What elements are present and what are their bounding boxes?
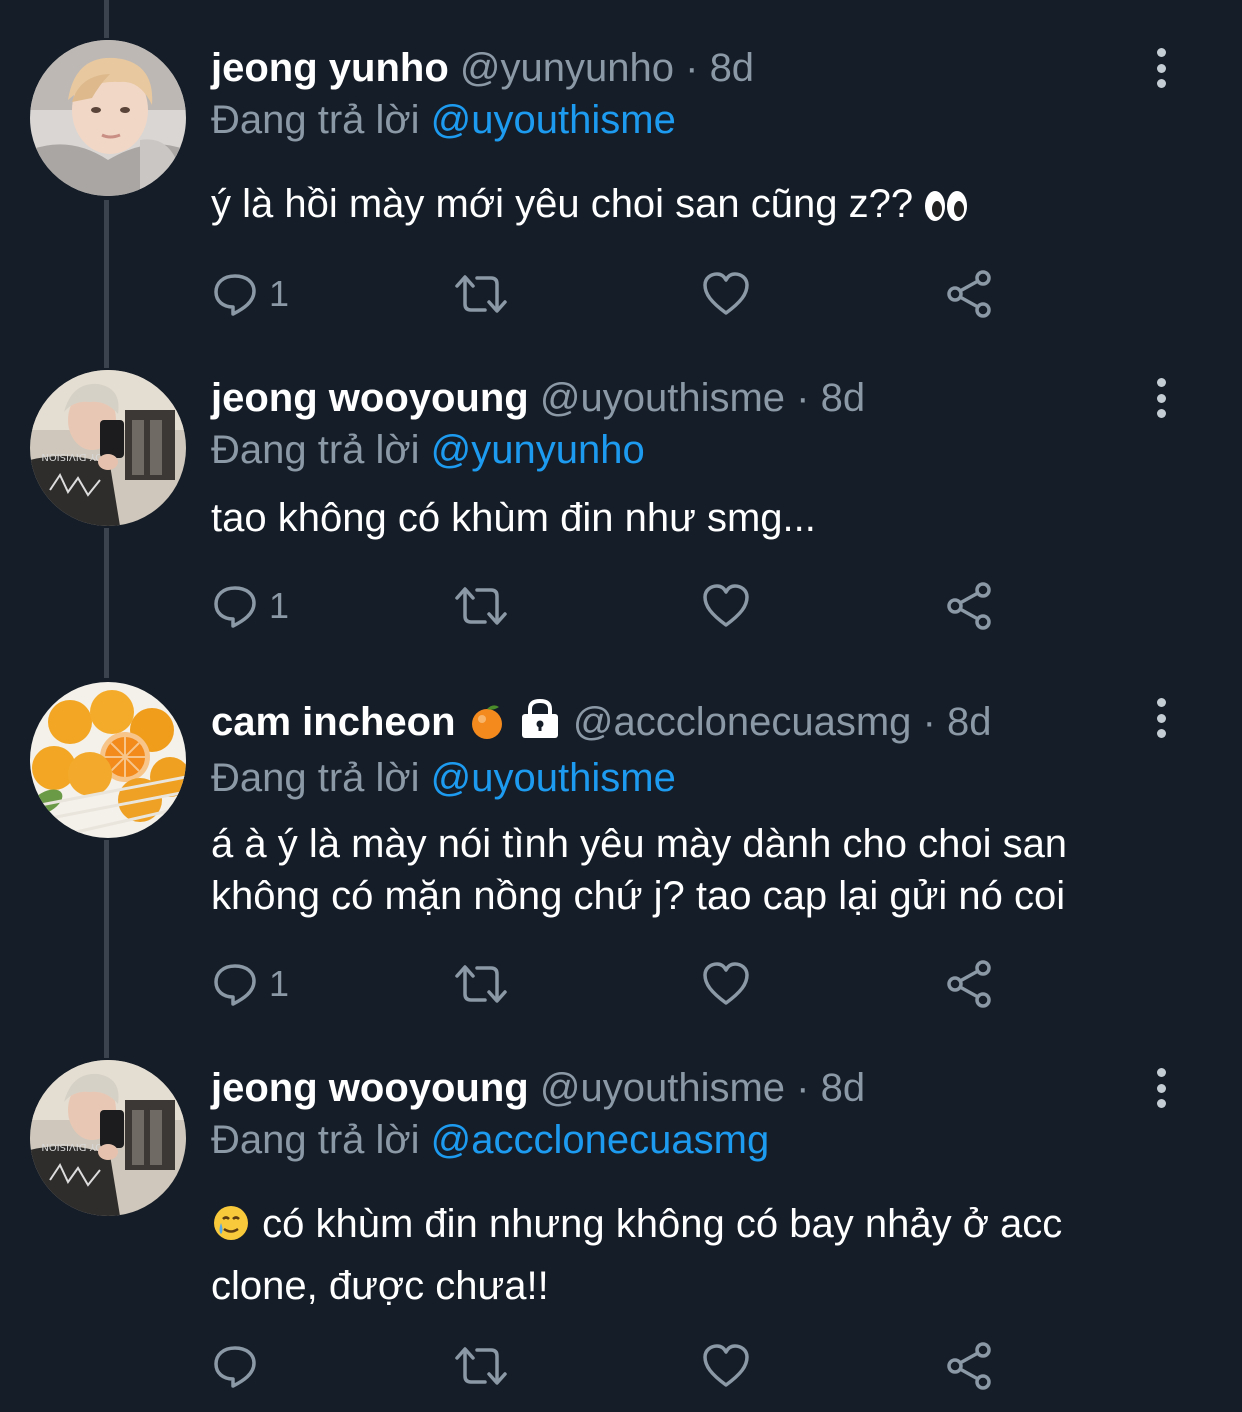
reply-button[interactable]: 1 [211, 578, 289, 634]
separator-dot: · [685, 46, 699, 90]
user-handle[interactable]: @yunyunho [460, 46, 674, 90]
smiling-tear-emoji-icon [211, 1202, 251, 1258]
tangerine-emoji-icon [467, 700, 507, 756]
avatar-yunho-image [30, 40, 186, 196]
share-button[interactable] [945, 1338, 995, 1394]
avatar[interactable]: JOY DIVISION [30, 370, 186, 526]
eyes-emoji-icon [924, 184, 968, 236]
reply-count: 1 [269, 273, 290, 314]
avatar[interactable]: JOY DIVISION [30, 1060, 186, 1216]
share-button[interactable] [945, 266, 995, 322]
timestamp[interactable]: 8d [947, 700, 992, 744]
reply-mention-link[interactable]: @yunyunho [431, 428, 645, 472]
avatar[interactable] [30, 40, 186, 196]
reply-mention-link[interactable]: @accclonecuasmg [431, 1118, 770, 1162]
like-button[interactable] [701, 1338, 751, 1394]
lock-icon [518, 697, 562, 756]
replying-to-label: Đang trả lời [211, 98, 420, 142]
more-icon [1156, 1068, 1166, 1077]
tweet-text-line: có khùm đin nhưng không có bay nhảy ở ac… [262, 1202, 1063, 1246]
display-name[interactable]: jeong wooyoung [211, 1066, 529, 1110]
retweet-button[interactable] [453, 1338, 509, 1394]
reply-button[interactable] [211, 1338, 269, 1394]
like-button[interactable] [701, 266, 751, 322]
share-button[interactable] [945, 578, 995, 634]
more-options-button[interactable] [1146, 378, 1176, 418]
retweet-button[interactable] [453, 578, 509, 634]
timestamp[interactable]: 8d [821, 376, 866, 420]
tweet-text: tao không có khùm đin như smg... [211, 496, 816, 540]
separator-dot: · [922, 700, 936, 744]
tweet[interactable]: JOY DIVISION jeong wooyoung @uyouthisme … [0, 1040, 1242, 1412]
tweet-text-line: không có mặn nồng chứ j? tao cap lại gửi… [211, 874, 1066, 918]
separator-dot: · [796, 1066, 810, 1110]
tweet-text: ý là hồi mày mới yêu choi san cũng z?? [211, 178, 1182, 236]
timestamp[interactable]: 8d [821, 1066, 866, 1110]
user-handle[interactable]: @uyouthisme [540, 1066, 785, 1110]
reply-thread: jeong yunho @yunyunho · 8d Đang trả lời … [0, 0, 1242, 1412]
tweet[interactable]: JOY DIVISION jeong wooyoung @uyouthisme … [0, 340, 1242, 670]
user-handle[interactable]: @accclonecuasmg [573, 700, 912, 744]
share-icon [947, 960, 991, 1008]
more-icon [1156, 48, 1166, 57]
separator-dot: · [796, 376, 810, 420]
heart-icon [703, 962, 749, 1005]
heart-icon [703, 584, 749, 627]
shirt-text: JOY DIVISION [41, 451, 107, 462]
tweet-text-line: clone, được chưa!! [211, 1264, 549, 1308]
more-options-button[interactable] [1146, 698, 1176, 738]
reply-icon [214, 586, 256, 628]
tweet-text-content: ý là hồi mày mới yêu choi san cũng z?? [211, 182, 914, 226]
like-button[interactable] [701, 956, 751, 1012]
more-options-button[interactable] [1146, 48, 1176, 88]
more-icon [1156, 698, 1166, 707]
display-name[interactable]: jeong wooyoung [211, 376, 529, 420]
more-options-button[interactable] [1146, 1068, 1176, 1108]
reply-count: 1 [269, 585, 290, 626]
reply-icon [214, 1346, 256, 1388]
tweet[interactable]: jeong yunho @yunyunho · 8d Đang trả lời … [0, 0, 1242, 340]
tweet-text: á à ý là mày nói tình yêu mày dành cho c… [211, 818, 1182, 922]
shirt-text: JOY DIVISION [41, 1141, 107, 1152]
timestamp[interactable]: 8d [710, 46, 755, 90]
avatar-wooyoung-image: JOY DIVISION [30, 370, 186, 526]
tweet-text: có khùm đin nhưng không có bay nhảy ở ac… [211, 1196, 1182, 1314]
reply-icon [214, 964, 256, 1006]
share-button[interactable] [945, 956, 995, 1012]
user-handle[interactable]: @uyouthisme [540, 376, 785, 420]
retweet-icon [455, 965, 507, 1003]
tweet[interactable]: cam incheon @accclonecuasmg · 8d Đang tr… [0, 670, 1242, 1040]
avatar-wooyoung-image: JOY DIVISION [30, 1060, 186, 1216]
retweet-icon [455, 275, 507, 313]
tweet-text-line: á à ý là mày nói tình yêu mày dành cho c… [211, 822, 1068, 866]
retweet-icon [455, 1347, 507, 1385]
reply-button[interactable]: 1 [211, 956, 289, 1012]
reply-button[interactable]: 1 [211, 266, 289, 322]
retweet-button[interactable] [453, 266, 509, 322]
display-name[interactable]: cam incheon [211, 700, 456, 744]
reply-count: 1 [269, 963, 290, 1004]
replying-to-label: Đang trả lời [211, 756, 420, 800]
heart-icon [703, 1344, 749, 1387]
heart-icon [703, 272, 749, 315]
avatar[interactable] [30, 682, 186, 838]
share-icon [947, 1342, 991, 1390]
retweet-button[interactable] [453, 956, 509, 1012]
display-name[interactable]: jeong yunho [211, 46, 449, 90]
replying-to-label: Đang trả lời [211, 428, 420, 472]
like-button[interactable] [701, 578, 751, 634]
more-icon [1156, 378, 1166, 387]
share-icon [947, 582, 991, 630]
replying-to-label: Đang trả lời [211, 1118, 420, 1162]
avatar-oranges-image [30, 682, 186, 838]
reply-mention-link[interactable]: @uyouthisme [431, 756, 676, 800]
reply-icon [214, 274, 256, 316]
reply-mention-link[interactable]: @uyouthisme [431, 98, 676, 142]
share-icon [947, 270, 991, 318]
retweet-icon [455, 587, 507, 625]
